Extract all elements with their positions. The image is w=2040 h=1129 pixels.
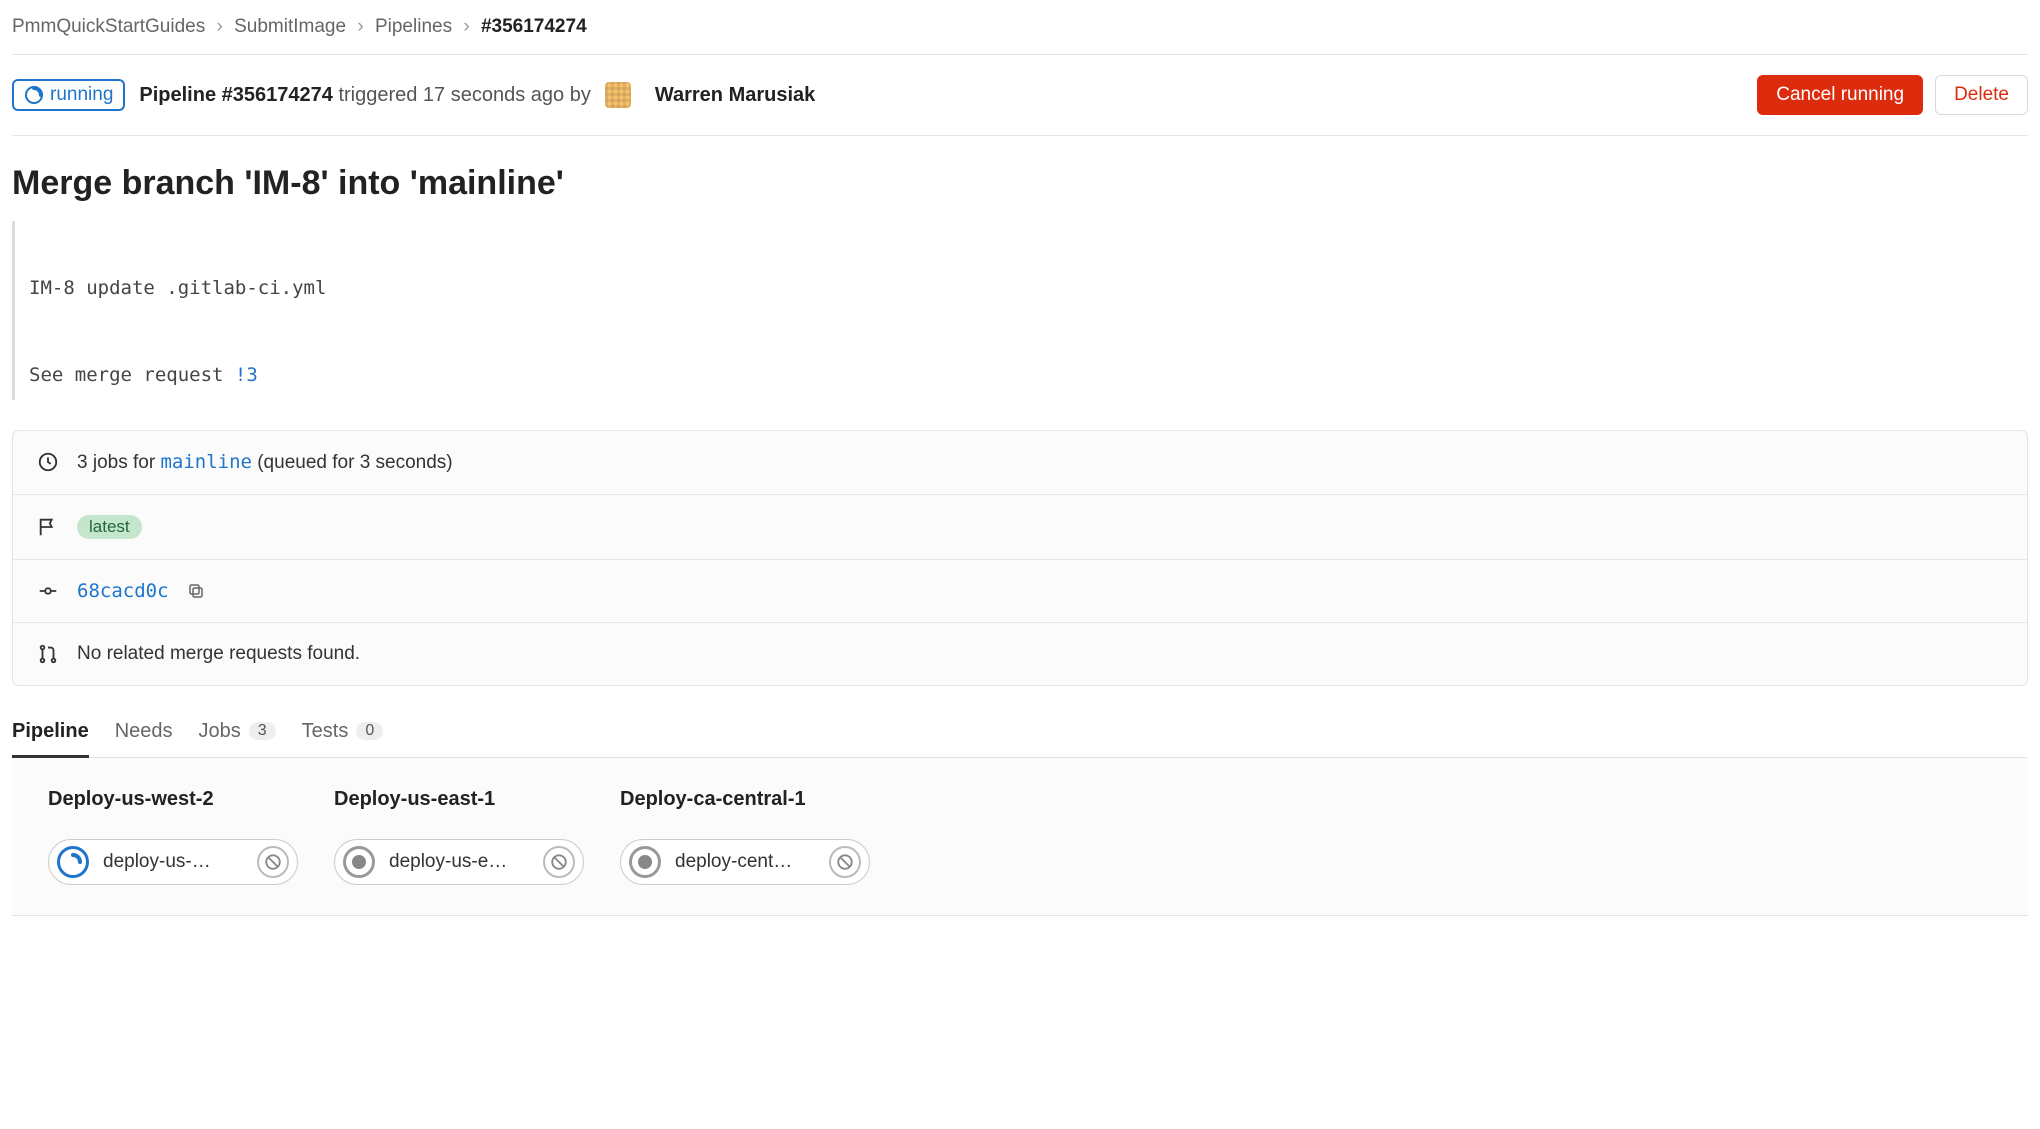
header-actions: Cancel running Delete [1757,75,2028,115]
user-name[interactable]: Warren Marusiak [655,84,815,106]
pipeline-title: Pipeline #356174274 triggered 17 seconds… [139,84,590,107]
breadcrumb-item[interactable]: SubmitImage [234,16,346,37]
chevron-right-icon: › [463,16,469,37]
latest-tag: latest [77,515,142,539]
tests-count-badge: 0 [356,722,383,740]
chevron-right-icon: › [357,16,363,37]
delete-button[interactable]: Delete [1935,75,2028,115]
commit-description: IM-8 update .gitlab-ci.yml See merge req… [12,221,2028,400]
stage-column: Deploy-us-east-1 deploy-us-e… [334,788,584,885]
commit-title: Merge branch 'IM-8' into 'mainline' [12,164,2028,203]
job-pill[interactable]: deploy-us-e… [334,839,584,885]
commit-desc-line: See merge request [29,364,235,386]
avatar[interactable] [605,82,631,108]
tab-tests[interactable]: Tests 0 [302,720,384,757]
status-badge[interactable]: running [12,79,125,111]
breadcrumb: PmmQuickStartGuides › SubmitImage › Pipe… [12,12,2028,55]
cancel-running-button[interactable]: Cancel running [1757,75,1923,115]
pipeline-id: Pipeline #356174274 [139,84,332,106]
merge-request-icon [37,643,59,665]
pipeline-header: running Pipeline #356174274 triggered 17… [12,55,2028,136]
status-label: running [50,84,113,106]
manual-icon [343,846,375,878]
tab-jobs[interactable]: Jobs 3 [199,720,276,757]
tab-needs[interactable]: Needs [115,720,173,757]
cancel-icon[interactable] [543,846,575,878]
chevron-right-icon: › [217,16,223,37]
running-icon [24,85,44,105]
breadcrumb-item[interactable]: PmmQuickStartGuides [12,16,205,37]
branch-link[interactable]: mainline [160,451,252,473]
clock-icon [37,451,59,473]
copy-icon[interactable] [187,582,205,600]
breadcrumb-current: #356174274 [481,16,587,37]
merge-requests-row: No related merge requests found. [13,623,2027,685]
job-name: deploy-us-… [103,851,243,873]
stage-column: Deploy-us-west-2 deploy-us-… [48,788,298,885]
triggered-ago-text: triggered 17 seconds ago by [338,84,590,106]
cancel-icon[interactable] [257,846,289,878]
job-pill[interactable]: deploy-us-… [48,839,298,885]
commit-icon [37,580,59,602]
pipeline-info-card: 3 jobs for mainline (queued for 3 second… [12,430,2028,686]
running-icon [57,846,89,878]
jobs-count-text: 3 jobs for mainline (queued for 3 second… [77,451,453,474]
commit-sha-link[interactable]: 68cacd0c [77,580,169,602]
flag-icon [37,516,59,538]
tab-pipeline[interactable]: Pipeline [12,720,89,757]
pipeline-tabs: Pipeline Needs Jobs 3 Tests 0 [12,720,2028,758]
commit-desc-line: IM-8 update .gitlab-ci.yml [29,277,326,299]
tags-row: latest [13,495,2027,560]
job-name: deploy-cent… [675,851,815,873]
cancel-icon[interactable] [829,846,861,878]
jobs-count-badge: 3 [249,722,276,740]
jobs-info-row: 3 jobs for mainline (queued for 3 second… [13,431,2027,495]
stage-column: Deploy-ca-central-1 deploy-cent… [620,788,870,885]
manual-icon [629,846,661,878]
pipeline-stages: Deploy-us-west-2 deploy-us-… Deploy-us-e… [12,758,2028,916]
stage-title: Deploy-us-west-2 [48,788,298,811]
job-pill[interactable]: deploy-cent… [620,839,870,885]
no-related-mr-text: No related merge requests found. [77,643,360,665]
commit-row: 68cacd0c [13,560,2027,623]
stage-title: Deploy-us-east-1 [334,788,584,811]
job-name: deploy-us-e… [389,851,529,873]
breadcrumb-item[interactable]: Pipelines [375,16,452,37]
merge-request-link[interactable]: !3 [235,364,258,386]
stage-title: Deploy-ca-central-1 [620,788,870,811]
